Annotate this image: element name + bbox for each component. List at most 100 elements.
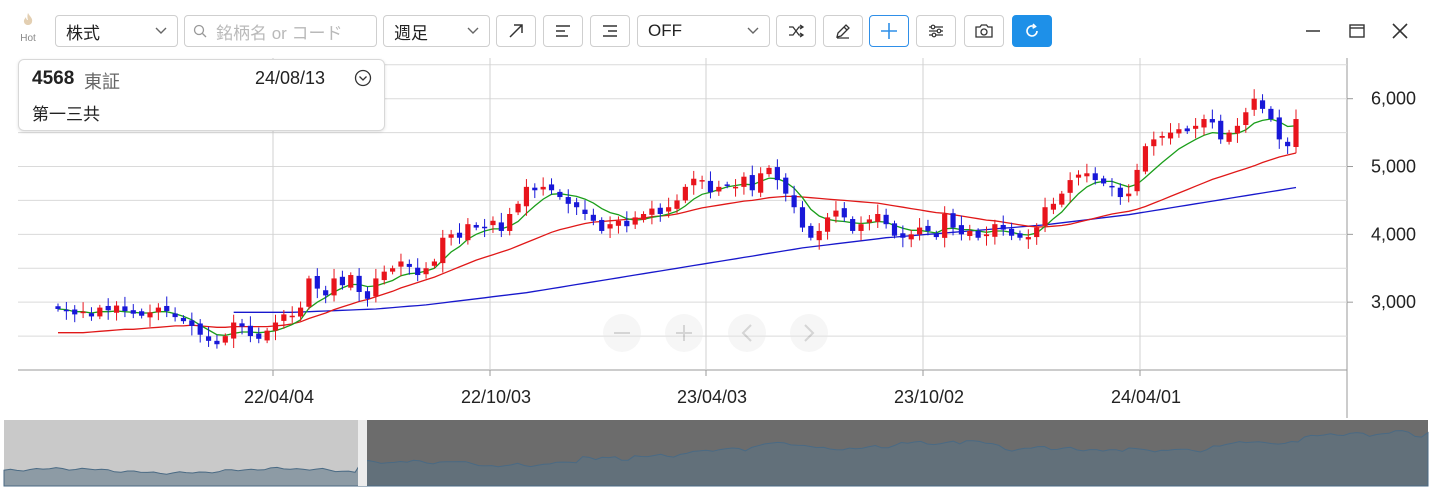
y-tick-label: 4,000 — [1371, 224, 1416, 244]
candle — [1034, 223, 1040, 245]
candle — [1084, 163, 1090, 183]
candle-body — [356, 275, 362, 292]
candle — [172, 307, 178, 322]
candle-body — [741, 176, 747, 187]
close-button[interactable] — [1387, 18, 1413, 44]
candle — [323, 285, 329, 304]
screenshot-button[interactable] — [964, 15, 1004, 47]
scroll-right-button[interactable] — [790, 314, 828, 352]
moving-averages — [57, 118, 1297, 337]
candle-body — [323, 290, 329, 296]
candle-body — [72, 309, 78, 315]
candle — [925, 219, 931, 236]
crosshair-button[interactable] — [869, 15, 909, 47]
shuffle-button[interactable] — [776, 15, 816, 47]
candle — [88, 307, 95, 321]
candle-body — [440, 237, 446, 264]
candle — [55, 303, 61, 312]
trendline-button[interactable] — [496, 15, 536, 47]
candle-body — [1025, 237, 1031, 240]
candle — [63, 301, 69, 320]
candle-body — [565, 197, 571, 204]
quote-panel: 4568 東証 24/08/13 第一三共 — [18, 59, 385, 131]
candle — [548, 178, 555, 195]
candle-body — [1251, 98, 1257, 110]
chevron-down-icon — [747, 27, 759, 34]
candle-body — [532, 187, 538, 191]
candle — [624, 211, 630, 233]
candle — [799, 201, 806, 232]
y-tick-label: 5,000 — [1371, 157, 1416, 177]
candle — [816, 223, 822, 250]
candle-body — [816, 230, 822, 241]
maximize-button[interactable] — [1344, 18, 1370, 44]
candle — [942, 206, 948, 248]
candle — [1176, 123, 1182, 138]
expand-chevron-icon[interactable] — [354, 69, 372, 87]
candle — [682, 184, 688, 204]
candle — [724, 181, 730, 189]
indicator-select[interactable]: OFF — [637, 15, 770, 47]
candle-body — [666, 207, 672, 212]
candle — [1067, 172, 1073, 203]
period-select[interactable]: 週足 — [383, 15, 490, 47]
candle — [565, 189, 571, 214]
candle — [1134, 163, 1140, 196]
candle — [113, 301, 120, 321]
candle — [1259, 94, 1266, 114]
candle — [189, 312, 195, 336]
candle-body — [1101, 178, 1107, 184]
candle-body — [247, 325, 253, 337]
candle-body — [1042, 207, 1048, 226]
candle-body — [933, 233, 939, 238]
candle — [900, 225, 906, 248]
candle-body — [55, 306, 61, 309]
candle-body — [682, 186, 688, 201]
candle — [1142, 143, 1149, 175]
align-left-button[interactable] — [543, 15, 583, 47]
candle-body — [607, 224, 613, 229]
candle-body — [925, 225, 931, 231]
candle — [1209, 109, 1215, 129]
candle — [791, 185, 797, 214]
candle-body — [490, 220, 496, 226]
candle-body — [1117, 187, 1123, 198]
minimize-button[interactable] — [1300, 18, 1326, 44]
range-navigator[interactable] — [3, 420, 1429, 487]
candle-body — [1218, 120, 1224, 140]
scroll-left-button[interactable] — [728, 314, 766, 352]
candle-body — [958, 225, 964, 235]
zoom-in-button[interactable] — [665, 314, 703, 352]
zoom-out-button[interactable] — [603, 314, 641, 352]
candle — [741, 172, 747, 195]
pencil-icon — [836, 24, 850, 39]
align-right-button[interactable] — [590, 15, 630, 47]
candle — [289, 306, 295, 323]
candle-body — [281, 314, 287, 321]
candle-body — [615, 220, 622, 226]
settings-button[interactable] — [916, 15, 956, 47]
ma-long-line — [233, 186, 1297, 313]
candle-body — [548, 184, 555, 191]
chevron-down-icon — [467, 27, 479, 34]
candle-body — [758, 173, 764, 193]
navigator-handle-left[interactable] — [358, 420, 367, 486]
indicator-value: OFF — [648, 21, 682, 40]
candle — [783, 173, 789, 202]
candle-body — [231, 322, 237, 339]
candle-body — [716, 186, 722, 192]
candle-body — [799, 207, 806, 228]
draw-button[interactable] — [823, 15, 863, 47]
candle-body — [1142, 146, 1149, 172]
candle — [1193, 118, 1199, 139]
hot-button[interactable]: Hot — [12, 12, 44, 52]
candle — [498, 212, 504, 238]
candle — [306, 275, 312, 310]
candle — [1050, 197, 1057, 215]
refresh-button[interactable] — [1012, 15, 1052, 47]
candle — [247, 316, 253, 343]
market-type-select[interactable]: 株式 — [55, 15, 178, 47]
candle — [1218, 114, 1224, 144]
candle — [214, 334, 220, 349]
symbol-search[interactable]: 銘柄名 or コード — [184, 15, 377, 47]
